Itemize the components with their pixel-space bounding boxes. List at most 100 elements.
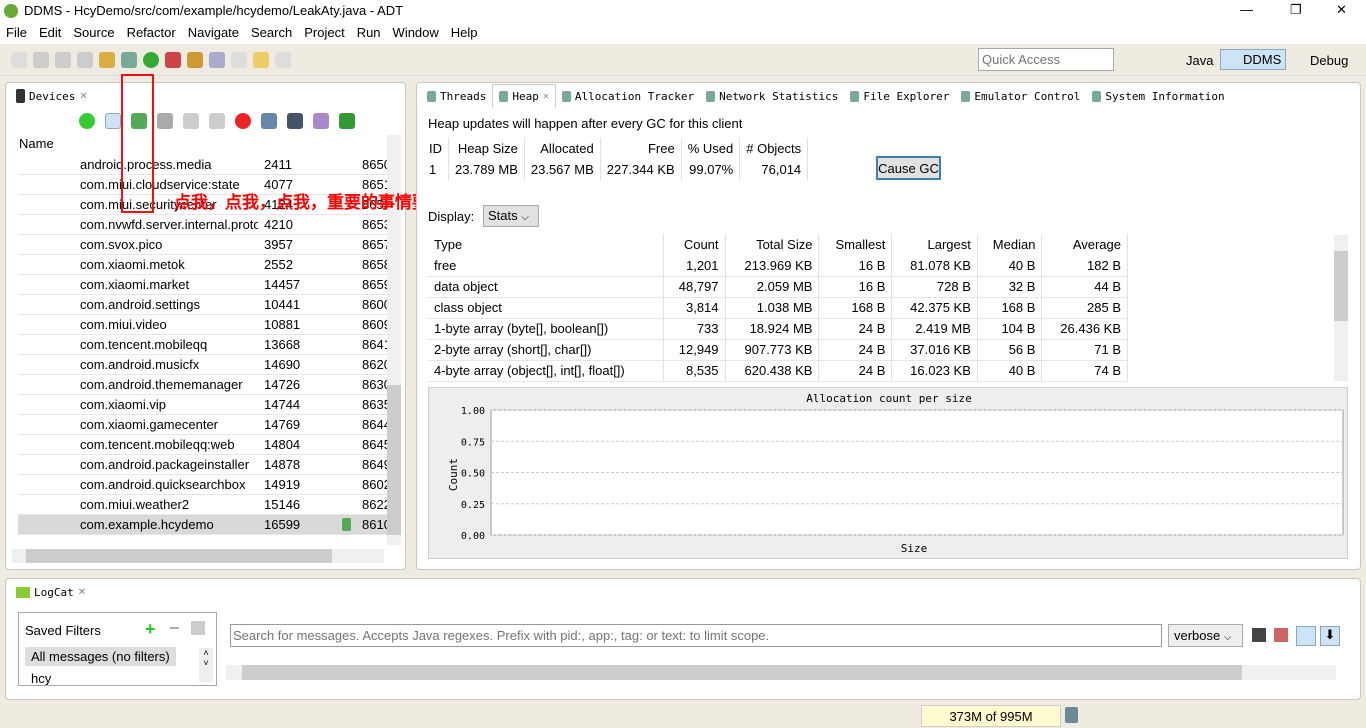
perspective-ddms[interactable]: DDMS	[1220, 49, 1287, 70]
external-tools-icon[interactable]	[165, 52, 181, 68]
device-process-row[interactable]: com.xiaomi.market 14457 8659	[18, 275, 392, 295]
display-select[interactable]: Stats ⌵	[483, 205, 539, 227]
device-process-row[interactable]: com.nvwfd.server.internal.proto 4210 8653	[18, 215, 392, 235]
device-process-row[interactable]: com.tencent.mobileqq:web 14804 8645	[18, 435, 392, 455]
scroll-lock-icon[interactable]: ⬇	[1320, 626, 1340, 646]
device-process-row[interactable]: com.android.thememanager 14726 8630	[18, 375, 392, 395]
annotation-icon[interactable]	[231, 52, 247, 68]
type-row[interactable]: class object 3,814 1.038 MB 168 B 42.375 KB 1…	[428, 297, 1128, 319]
tab-logcat[interactable]: LogCat ✕	[10, 580, 92, 604]
cause-gc-button[interactable]: Cause GC	[876, 156, 941, 180]
forward-icon[interactable]	[275, 52, 291, 68]
save-all-icon[interactable]	[55, 52, 71, 68]
device-process-row[interactable]: com.svox.pico 3957 8657	[18, 235, 392, 255]
stop-process-icon[interactable]	[235, 113, 251, 129]
device-process-row[interactable]: com.android.packageinstaller 14878 8649	[18, 455, 392, 475]
tab-file-explorer[interactable]: File Explorer	[844, 84, 955, 108]
menu-window[interactable]: Window	[387, 22, 445, 44]
devices-column-name[interactable]: Name	[19, 136, 54, 151]
tab-devices[interactable]: Devices ✕	[10, 84, 94, 108]
type-row[interactable]: free 1,201 213.969 KB 16 B 81.078 KB 40 B 182 …	[428, 255, 1128, 277]
minimize-button[interactable]: —	[1240, 2, 1253, 17]
quick-access-input[interactable]	[978, 48, 1114, 71]
print-icon[interactable]	[77, 52, 93, 68]
close-button[interactable]: ✕	[1336, 2, 1347, 18]
tab-heap[interactable]: Heap ✕	[492, 84, 556, 108]
type-row[interactable]: 4-byte array (object[], int[], float[]) 8…	[428, 360, 1128, 382]
close-icon[interactable]: ✕	[79, 91, 87, 102]
open-type-icon[interactable]	[187, 52, 203, 68]
maximize-button[interactable]: ❐	[1290, 2, 1302, 18]
menu-edit[interactable]: Edit	[33, 22, 67, 44]
menu-refactor[interactable]: Refactor	[121, 22, 182, 44]
device-process-row[interactable]: android.process.media 2411 8650	[18, 155, 392, 175]
update-heap-icon[interactable]	[105, 113, 121, 129]
menu-search[interactable]: Search	[245, 22, 298, 44]
type-header[interactable]: Type	[428, 234, 665, 255]
type-header[interactable]: Largest	[891, 234, 978, 255]
logcat-search-input[interactable]	[230, 624, 1162, 647]
type-header[interactable]: Average	[1041, 234, 1128, 255]
search-icon[interactable]	[209, 52, 225, 68]
menu-project[interactable]: Project	[298, 22, 350, 44]
heap-table-scrollbar[interactable]	[1334, 235, 1348, 381]
filter-item-all[interactable]: All messages (no filters)	[25, 647, 176, 666]
devices-horizontal-scrollbar[interactable]	[12, 549, 384, 563]
run-icon[interactable]	[143, 52, 159, 68]
tab-threads[interactable]: Threads	[421, 84, 492, 108]
close-icon[interactable]: ✕	[78, 587, 86, 598]
screen-capture-icon[interactable]	[261, 113, 277, 129]
opengl-trace-icon[interactable]	[339, 113, 355, 129]
type-row[interactable]: 1-byte array (byte[], boolean[]) 733 18.92…	[428, 318, 1128, 340]
logcat-horizontal-scrollbar[interactable]	[226, 665, 1336, 680]
update-threads-icon[interactable]	[183, 113, 199, 129]
menu-run[interactable]: Run	[351, 22, 387, 44]
systrace-icon[interactable]	[313, 113, 329, 129]
edit-filter-icon[interactable]	[191, 621, 205, 635]
device-process-row[interactable]: com.android.musicfx 14690 8620	[18, 355, 392, 375]
save-log-icon[interactable]	[1252, 628, 1266, 642]
menu-file[interactable]: File	[0, 22, 33, 44]
new-icon[interactable]	[11, 52, 27, 68]
type-header[interactable]: Smallest	[818, 234, 893, 255]
close-icon[interactable]: ✕	[543, 91, 549, 102]
menu-navigate[interactable]: Navigate	[182, 22, 245, 44]
device-process-row[interactable]: com.xiaomi.vip 14744 8635	[18, 395, 392, 415]
perspective-java[interactable]: Java	[1186, 53, 1213, 68]
device-process-row[interactable]: com.example.hcydemo 16599 8610	[18, 515, 392, 535]
type-header[interactable]: Median	[977, 234, 1043, 255]
tab-system-information[interactable]: System Information	[1086, 84, 1230, 108]
toggle-filters-icon[interactable]	[1296, 626, 1316, 646]
device-process-row[interactable]: com.tencent.mobileqq 13668 8641	[18, 335, 392, 355]
menu-help[interactable]: Help	[445, 22, 484, 44]
type-row[interactable]: 2-byte array (short[], char[]) 12,949 907.…	[428, 339, 1128, 361]
device-process-row[interactable]: com.xiaomi.metok 2552 8658	[18, 255, 392, 275]
filter-item-hcy[interactable]: hcy	[31, 671, 51, 685]
open-icon[interactable]	[99, 52, 115, 68]
filter-scrollbar[interactable]: ˄ ˅	[199, 648, 213, 682]
tab-allocation-tracker[interactable]: Allocation Tracker	[556, 84, 700, 108]
device-process-row[interactable]: com.miui.video 10881 8609	[18, 315, 392, 335]
dump-view-hierarchy-icon[interactable]	[287, 113, 303, 129]
memory-status[interactable]: 373M of 995M	[921, 705, 1061, 727]
debug-process-icon[interactable]	[79, 113, 95, 129]
device-process-row[interactable]: com.xiaomi.gamecenter 14769 8644	[18, 415, 392, 435]
back-icon[interactable]	[253, 52, 269, 68]
perspective-debug[interactable]: Debug	[1310, 53, 1348, 68]
add-filter-icon[interactable]: +	[145, 619, 156, 640]
device-process-row[interactable]: com.android.settings 10441 8600	[18, 295, 392, 315]
debug-icon[interactable]	[121, 52, 137, 68]
tab-network-statistics[interactable]: Network Statistics	[700, 84, 844, 108]
type-row[interactable]: data object 48,797 2.059 MB 16 B 728 B 32 B 44…	[428, 276, 1128, 298]
type-header[interactable]: Count	[663, 234, 726, 255]
menu-source[interactable]: Source	[67, 22, 120, 44]
cause-gc-icon[interactable]	[157, 113, 173, 129]
type-header[interactable]: Total Size	[725, 234, 820, 255]
device-process-row[interactable]: com.android.quicksearchbox 14919 8602	[18, 475, 392, 495]
device-process-row[interactable]: com.miui.weather2 15146 8622	[18, 495, 392, 515]
log-level-select[interactable]: verbose ⌵	[1168, 624, 1243, 647]
trash-icon[interactable]	[1065, 707, 1078, 723]
remove-filter-icon[interactable]: −	[169, 618, 180, 639]
tab-emulator-control[interactable]: Emulator Control	[955, 84, 1086, 108]
start-method-profiling-icon[interactable]	[209, 113, 225, 129]
